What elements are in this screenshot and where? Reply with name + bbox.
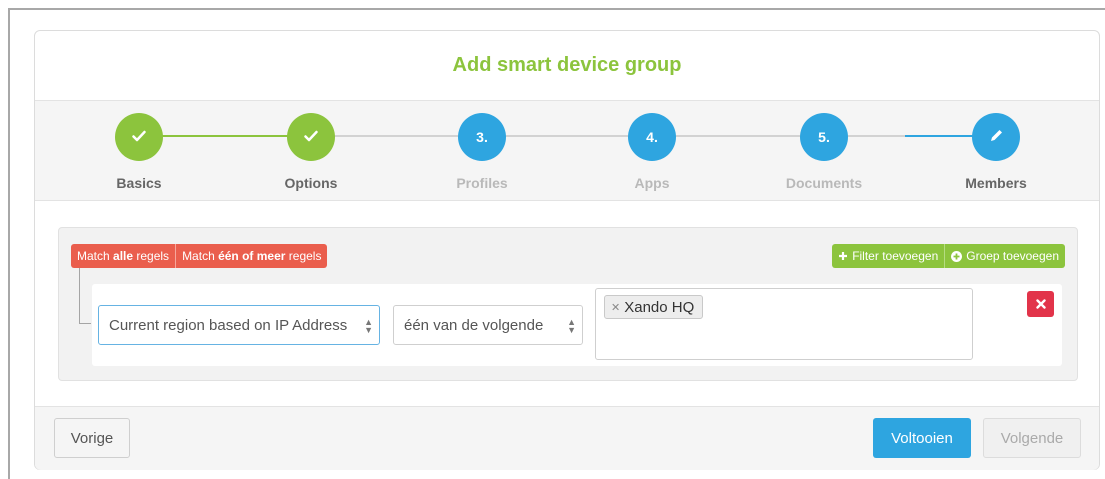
- step-documents[interactable]: 5. Documents: [754, 113, 894, 191]
- check-icon: [304, 129, 318, 145]
- rule-operator-select[interactable]: één van de volgende ▲ ▼: [393, 305, 583, 345]
- modal-title: Add smart device group: [452, 54, 682, 76]
- add-filter-button[interactable]: Filter toevoegen: [832, 244, 946, 268]
- step-options[interactable]: Options: [241, 113, 381, 191]
- rules-panel: Match alle regels Match één of meer rege…: [58, 227, 1078, 381]
- plus-circle-icon: [951, 250, 963, 262]
- remove-rule-button[interactable]: [1027, 291, 1054, 317]
- close-icon: [1035, 297, 1046, 312]
- match-all-rules-button[interactable]: Match alle regels: [71, 244, 177, 268]
- rule-values-input[interactable]: ✕ Xando HQ: [595, 288, 973, 360]
- step-options-label: Options: [284, 175, 338, 191]
- step-basics-label: Basics: [116, 175, 162, 191]
- finish-button[interactable]: Voltooien: [873, 418, 971, 458]
- step-apps-label: Apps: [634, 175, 670, 191]
- add-group-button[interactable]: Groep toevoegen: [945, 244, 1065, 268]
- rule-field-select[interactable]: Current region based on IP Address ▲ ▼: [98, 305, 380, 345]
- step-profiles[interactable]: 3. Profiles: [412, 113, 552, 191]
- next-button[interactable]: Volgende: [983, 418, 1081, 458]
- rule-row: Current region based on IP Address ▲ ▼ éé…: [92, 284, 1062, 366]
- page-border-top: [8, 8, 1105, 10]
- add-group-label: Groep toevoegen: [966, 249, 1059, 263]
- modal-footer: Vorige Voltooien Volgende: [35, 406, 1099, 470]
- step-profiles-circle: 3.: [458, 113, 506, 161]
- match-any-prefix: Match: [182, 249, 219, 263]
- wizard-steps: Basics Options 3. Profiles 4. Apps 5. Do…: [35, 101, 1099, 201]
- plus-icon: [838, 251, 848, 261]
- step-members[interactable]: Members: [926, 113, 1066, 191]
- rule-tree-connector: [79, 268, 91, 324]
- select-arrows-icon: ▲ ▼: [567, 317, 576, 335]
- select-arrows-icon: ▲ ▼: [364, 317, 373, 335]
- step-profiles-label: Profiles: [456, 175, 508, 191]
- step-documents-label: Documents: [785, 175, 863, 191]
- match-all-prefix: Match: [77, 249, 114, 263]
- value-tag-label: Xando HQ: [624, 298, 695, 316]
- step-basics[interactable]: Basics: [69, 113, 209, 191]
- match-all-bold: alle: [113, 249, 134, 263]
- value-tag: ✕ Xando HQ: [604, 295, 704, 319]
- check-icon: [132, 129, 146, 145]
- rule-field-value: Current region based on IP Address: [109, 316, 348, 334]
- pencil-icon: [989, 128, 1004, 146]
- match-all-suffix: regels: [133, 249, 170, 263]
- step-apps-circle: 4.: [628, 113, 676, 161]
- remove-tag-icon[interactable]: ✕: [611, 301, 620, 314]
- add-filter-label: Filter toevoegen: [852, 249, 939, 263]
- match-any-rules-button[interactable]: Match één of meer regels: [176, 244, 328, 268]
- step-members-label: Members: [965, 175, 1027, 191]
- page-border-left: [8, 8, 10, 479]
- match-any-bold: één of meer: [218, 249, 286, 263]
- modal-header: Add smart device group: [35, 31, 1099, 101]
- step-basics-circle: [115, 113, 163, 161]
- step-apps[interactable]: 4. Apps: [582, 113, 722, 191]
- match-any-suffix: regels: [285, 249, 322, 263]
- step-options-circle: [287, 113, 335, 161]
- step-documents-circle: 5.: [800, 113, 848, 161]
- rule-operator-value: één van de volgende: [404, 316, 544, 334]
- previous-button[interactable]: Vorige: [54, 418, 130, 458]
- match-mode-group: Match alle regels Match één of meer rege…: [71, 244, 328, 268]
- add-rule-group: Filter toevoegen Groep toevoegen: [832, 244, 1065, 268]
- step-members-circle: [972, 113, 1020, 161]
- add-smart-device-group-modal: Add smart device group Basics Options 3.: [34, 30, 1100, 470]
